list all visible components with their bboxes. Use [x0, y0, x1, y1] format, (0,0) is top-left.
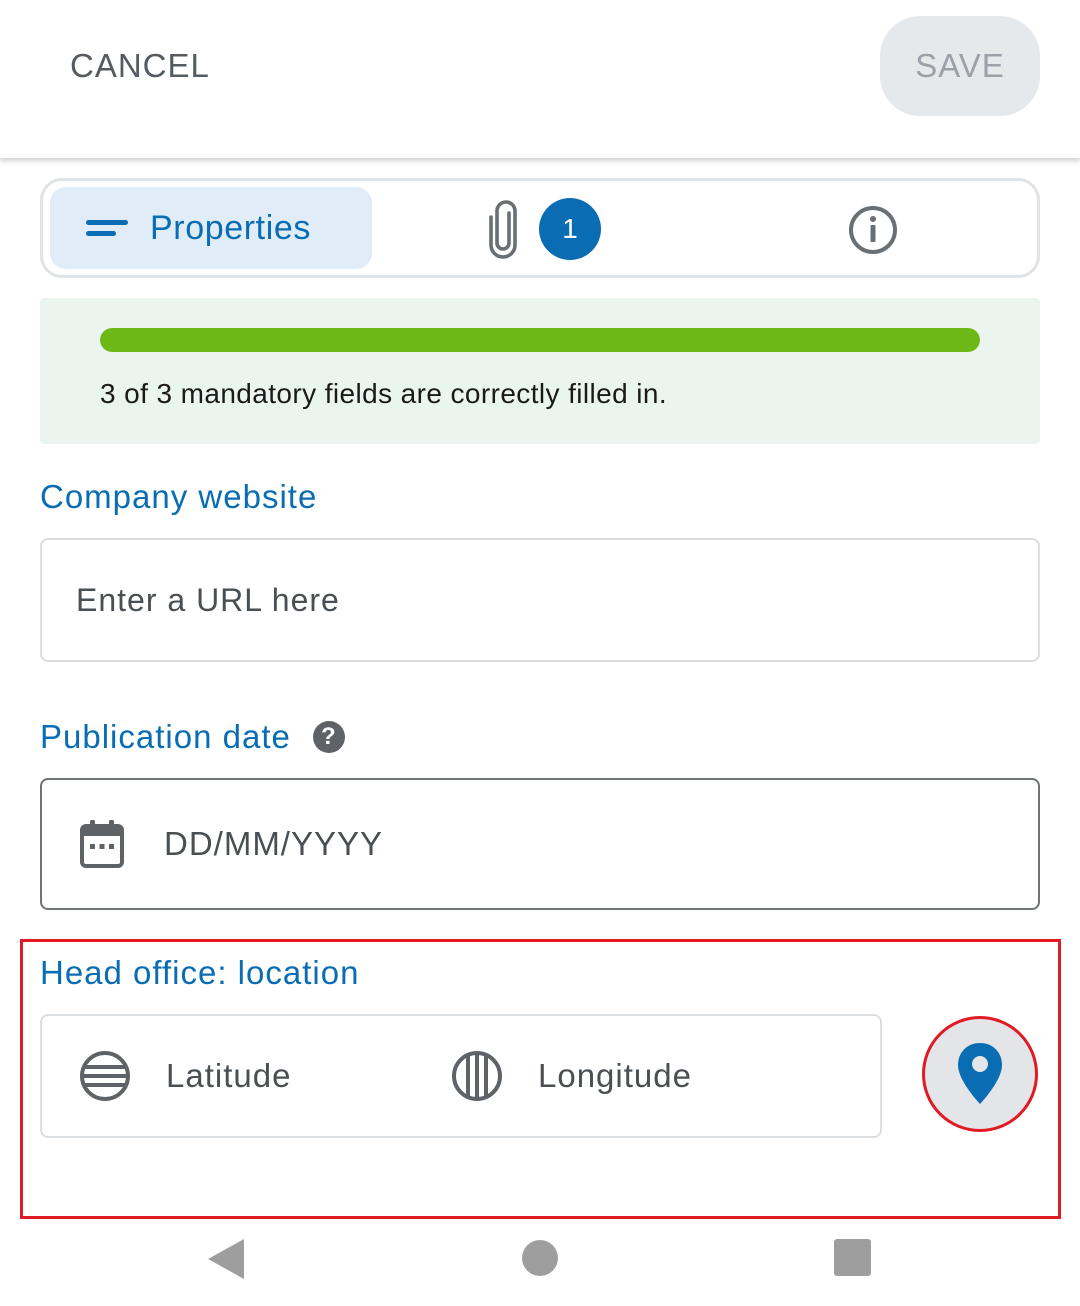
calendar-icon[interactable]: [78, 818, 126, 870]
back-icon[interactable]: [206, 1238, 246, 1280]
company-website-label: Company website: [40, 478, 318, 515]
mandatory-fields-progress: 3 of 3 mandatory fields are correctly fi…: [40, 298, 1040, 444]
attachments-count-badge: 1: [539, 198, 601, 260]
recent-apps-icon[interactable]: [834, 1239, 871, 1276]
info-icon: [849, 206, 897, 254]
longitude-icon: [452, 1051, 502, 1101]
progress-bar: [100, 328, 980, 352]
progress-status-text: 3 of 3 mandatory fields are correctly fi…: [100, 378, 668, 409]
paperclip-icon: [489, 200, 517, 259]
save-button[interactable]: SAVE: [880, 16, 1040, 116]
publication-date-input[interactable]: DD/MM/YYYY: [40, 778, 1040, 910]
coordinates-input: Latitude Longitude: [40, 1014, 882, 1138]
tab-properties[interactable]: Properties: [50, 187, 372, 269]
top-app-bar: CANCEL SAVE: [0, 0, 1080, 158]
pick-location-button[interactable]: [922, 1016, 1038, 1132]
tab-attachments[interactable]: 1: [483, 189, 663, 269]
help-icon[interactable]: ?: [312, 721, 345, 753]
progress-bar-fill: [100, 328, 980, 352]
latitude-field[interactable]: Latitude: [78, 1016, 291, 1136]
home-icon[interactable]: [522, 1240, 558, 1276]
publication-date-placeholder: DD/MM/YYYY: [164, 825, 384, 862]
publication-date-label-text: Publication date: [40, 718, 291, 755]
company-website-input[interactable]: Enter a URL here: [40, 538, 1040, 662]
tab-bar: Properties 1: [40, 178, 1040, 278]
publication-date-label: Publication date ?: [40, 718, 345, 756]
latitude-placeholder: Latitude: [166, 1057, 292, 1094]
tab-properties-label: Properties: [150, 208, 311, 247]
latitude-icon: [80, 1051, 130, 1101]
head-office-location-label: Head office: location: [40, 954, 360, 991]
longitude-placeholder: Longitude: [538, 1057, 692, 1094]
longitude-field[interactable]: Longitude: [450, 1016, 692, 1136]
company-website-placeholder: Enter a URL here: [76, 581, 340, 618]
cancel-button[interactable]: CANCEL: [48, 28, 232, 104]
lines-icon: [86, 218, 130, 238]
system-navigation-bar: [0, 1222, 1080, 1306]
tab-info[interactable]: [833, 195, 913, 265]
map-pin-icon: [958, 1043, 1002, 1104]
